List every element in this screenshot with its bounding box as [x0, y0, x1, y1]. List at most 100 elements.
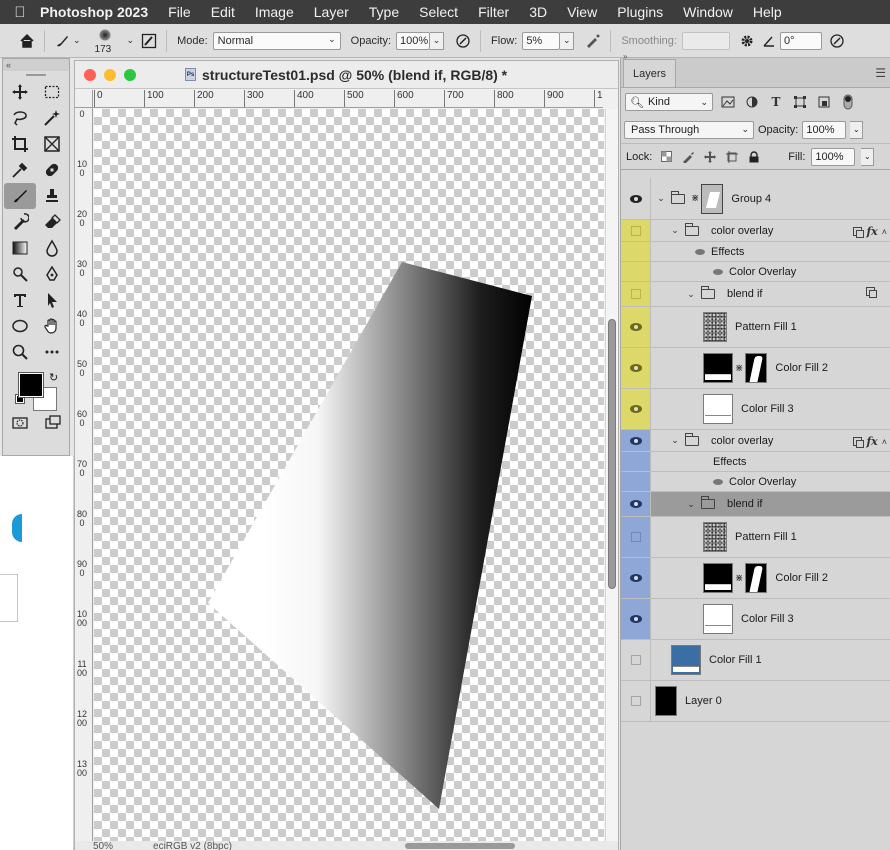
layer-row-color-fill-2[interactable]: ⋇ Color Fill 2: [621, 558, 890, 599]
swap-colors-icon[interactable]: ↻: [49, 371, 58, 384]
blur-tool-icon[interactable]: [36, 235, 68, 261]
brush-tool-preset-icon[interactable]: [51, 30, 73, 52]
horizontal-scroll-thumb[interactable]: [405, 843, 515, 849]
eraser-tool-icon[interactable]: [36, 209, 68, 235]
menu-window[interactable]: Window: [683, 4, 733, 20]
flow-slider-toggle[interactable]: ⌄: [560, 31, 575, 50]
vertical-scrollbar[interactable]: [605, 109, 618, 841]
visibility-toggle[interactable]: [621, 348, 651, 388]
vertical-ruler[interactable]: 0 100 200 300 400 500 600 700 800 900 10…: [75, 108, 93, 841]
document-canvas[interactable]: [94, 109, 604, 841]
visibility-toggle[interactable]: [621, 558, 651, 598]
chevron-down-icon[interactable]: ⌄: [685, 499, 697, 510]
menu-select[interactable]: Select: [419, 4, 458, 20]
layer-mask-thumbnail[interactable]: [745, 353, 768, 383]
mode-select[interactable]: Normal ⌄: [212, 31, 341, 50]
filter-shape-icon[interactable]: [791, 93, 809, 111]
visibility-toggle[interactable]: [621, 389, 651, 429]
visibility-toggle[interactable]: [621, 640, 651, 680]
filter-smart-object-icon[interactable]: [815, 93, 833, 111]
fx-icon[interactable]: fx: [866, 435, 877, 448]
filter-type-icon[interactable]: T: [767, 93, 785, 111]
gear-icon[interactable]: [736, 30, 758, 52]
menu-view[interactable]: View: [567, 4, 597, 20]
layer-effect-row[interactable]: Color Overlay: [621, 262, 890, 282]
chevron-down-icon[interactable]: ⌄: [73, 35, 81, 46]
menu-filter[interactable]: Filter: [478, 4, 509, 20]
chevron-down-icon[interactable]: ⌄: [655, 193, 667, 204]
layer-row-blend-if[interactable]: ⌄ blend if: [621, 282, 890, 307]
history-brush-tool-icon[interactable]: [4, 209, 36, 235]
layer-row-color-fill-3[interactable]: Color Fill 3: [621, 389, 890, 430]
app-name-menu[interactable]: Photoshop 2023: [40, 4, 148, 20]
more-tools-icon[interactable]: [36, 339, 68, 365]
collapse-panels-icon[interactable]: »: [623, 52, 627, 61]
menu-layer[interactable]: Layer: [314, 4, 349, 20]
layer-effects-row[interactable]: Effects: [621, 452, 890, 472]
foreground-color-swatch[interactable]: [18, 372, 44, 398]
gradient-tool-icon[interactable]: [4, 235, 36, 261]
chevron-down-icon[interactable]: ⌄: [127, 35, 135, 46]
document-title-bar[interactable]: Ps structureTest01.psd @ 50% (blend if, …: [75, 61, 618, 89]
chevron-down-icon[interactable]: ⌄: [669, 435, 681, 446]
dodge-tool-icon[interactable]: [4, 261, 36, 287]
visibility-toggle[interactable]: [621, 307, 651, 347]
lasso-tool-icon[interactable]: [4, 105, 36, 131]
hand-tool-icon[interactable]: [36, 313, 68, 339]
pressure-size-icon[interactable]: [826, 30, 848, 52]
menu-3d[interactable]: 3D: [529, 4, 547, 20]
menu-type[interactable]: Type: [369, 4, 399, 20]
visibility-toggle[interactable]: [621, 220, 651, 241]
visibility-toggle[interactable]: [621, 178, 651, 219]
blend-mode-select[interactable]: Pass Through ⌄: [624, 120, 754, 139]
layer-row-pattern-fill[interactable]: Pattern Fill 1: [621, 517, 890, 558]
lock-artboard-icon[interactable]: [724, 149, 740, 165]
zoom-level[interactable]: 50%: [93, 841, 113, 850]
eye-icon[interactable]: [695, 248, 705, 255]
layer-row-color-fill-2[interactable]: ⋇ Color Fill 2: [621, 348, 890, 389]
flow-input[interactable]: 5%: [522, 31, 561, 50]
marquee-tool-icon[interactable]: [36, 79, 68, 105]
layer-row-blend-if-selected[interactable]: ⌄ blend if: [621, 492, 890, 517]
chevron-down-icon[interactable]: ⌄: [685, 289, 697, 300]
move-tool-icon[interactable]: [4, 79, 36, 105]
tools-collapse-icon[interactable]: «: [3, 59, 69, 71]
zoom-window-button[interactable]: [124, 68, 136, 81]
lock-all-icon[interactable]: [746, 149, 762, 165]
layer-row-group-4[interactable]: ⌄ ⋇ Group 4: [621, 178, 890, 220]
eyedropper-tool-icon[interactable]: [4, 157, 36, 183]
angle-input[interactable]: 0°: [779, 31, 822, 50]
visibility-toggle[interactable]: [621, 282, 651, 306]
path-selection-tool-icon[interactable]: [36, 287, 68, 313]
ellipse-tool-icon[interactable]: [4, 313, 36, 339]
smoothing-input[interactable]: [681, 31, 730, 50]
quick-mask-icon[interactable]: [8, 413, 32, 433]
menu-edit[interactable]: Edit: [211, 4, 235, 20]
menu-file[interactable]: File: [168, 4, 191, 20]
brush-settings-icon[interactable]: [138, 30, 160, 52]
layer-row-layer-0[interactable]: Layer 0: [621, 681, 890, 722]
lock-transparency-icon[interactable]: [658, 149, 674, 165]
frame-tool-icon[interactable]: [36, 131, 68, 157]
vertical-scroll-thumb[interactable]: [608, 319, 616, 589]
layer-effect-row[interactable]: Color Overlay: [621, 472, 890, 492]
home-icon[interactable]: [16, 30, 38, 52]
close-window-button[interactable]: [84, 68, 96, 81]
horizontal-ruler[interactable]: 0 100 200 300 400 500 600 700 800 900 10: [93, 90, 603, 108]
brush-tool-icon[interactable]: [4, 183, 36, 209]
layer-row-pattern-fill[interactable]: Pattern Fill 1: [621, 307, 890, 348]
brush-size-picker[interactable]: 173: [87, 26, 127, 56]
healing-brush-tool-icon[interactable]: [36, 157, 68, 183]
panel-menu-icon[interactable]: ☰: [875, 66, 886, 80]
fx-icon[interactable]: fx: [866, 225, 877, 238]
opacity-input[interactable]: 100%: [396, 31, 431, 50]
filter-pixel-icon[interactable]: [719, 93, 737, 111]
airbrush-icon[interactable]: [582, 30, 604, 52]
layer-row-color-overlay[interactable]: ⌄ color overlay fx ˄: [621, 430, 890, 452]
layer-row-color-fill-3[interactable]: Color Fill 3: [621, 599, 890, 640]
lock-position-icon[interactable]: [702, 149, 718, 165]
filter-toggle-icon[interactable]: [839, 93, 857, 111]
layer-row-color-overlay[interactable]: ⌄ color overlay fx ˄: [621, 220, 890, 242]
layer-opacity-input[interactable]: 100%: [802, 120, 847, 139]
apple-icon[interactable]: : [0, 4, 40, 21]
